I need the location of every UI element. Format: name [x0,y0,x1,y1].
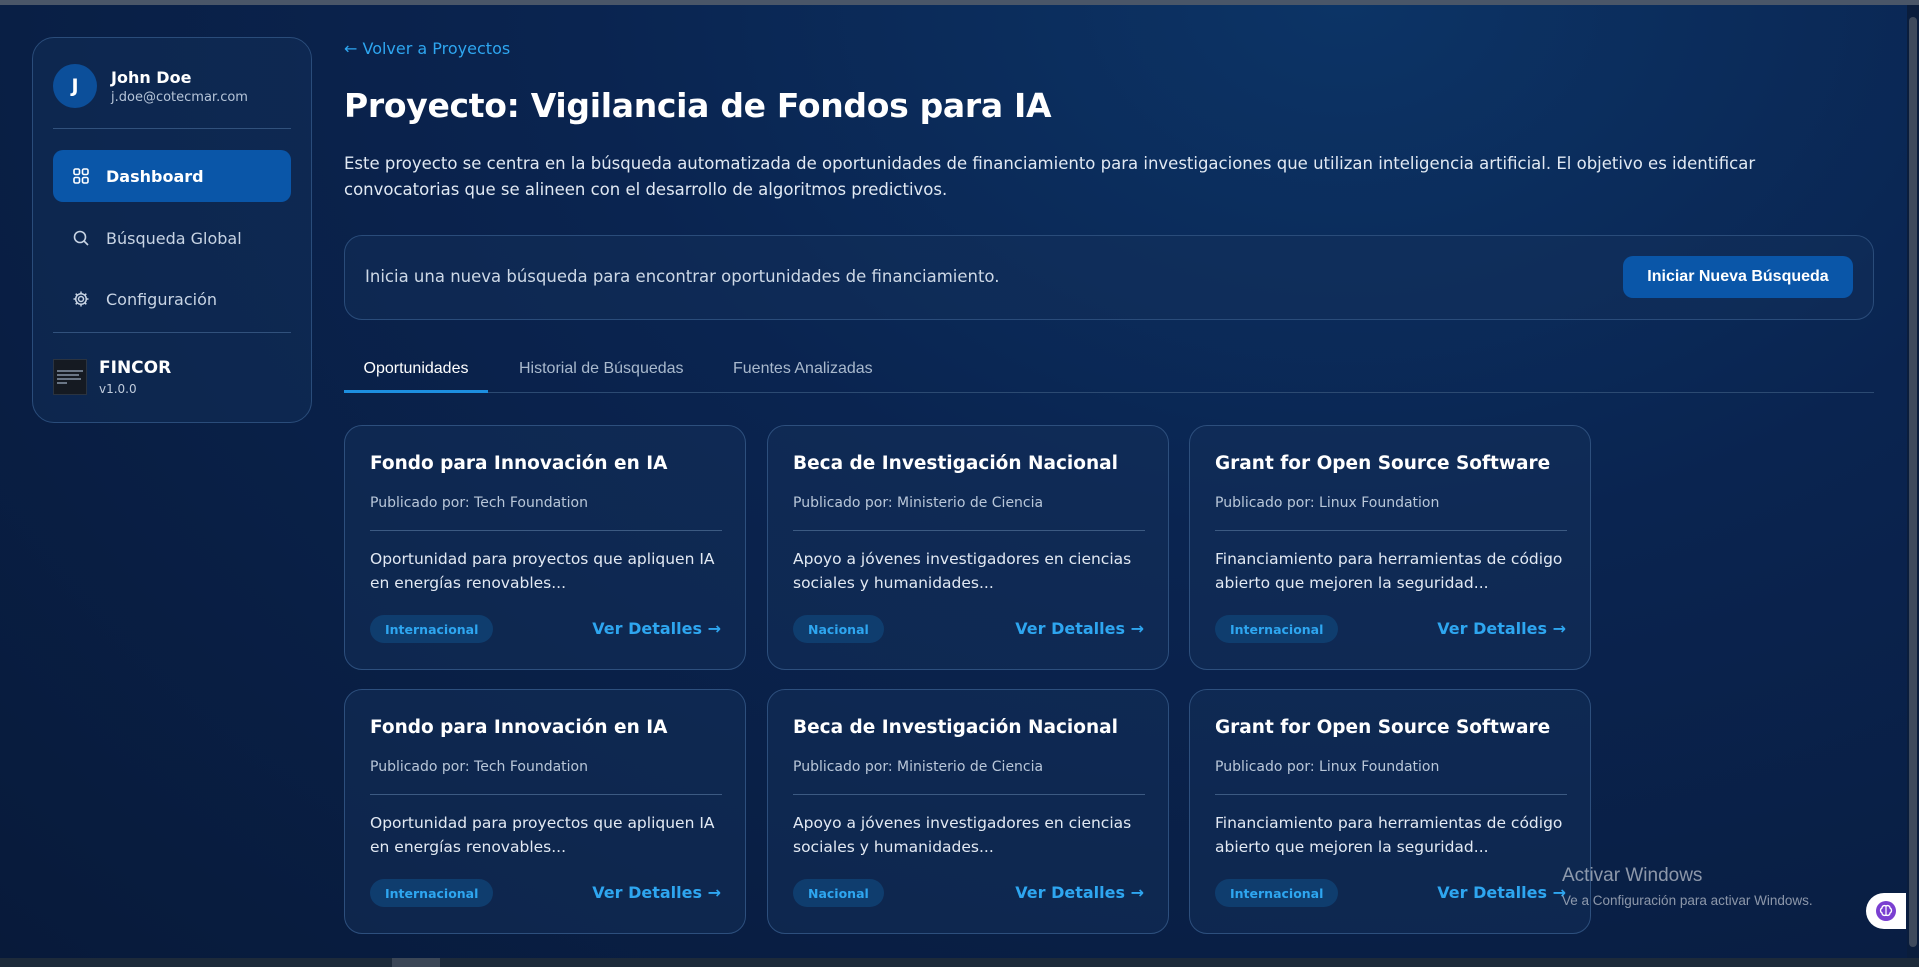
opportunity-card[interactable]: Fondo para Innovación en IA Publicado po… [344,689,746,934]
view-details-link[interactable]: Ver Detalles → [592,883,721,902]
avatar: J [53,64,97,108]
gear-icon [73,291,89,307]
card-description: Financiamiento para herramientas de códi… [1215,814,1563,856]
card-divider [1215,530,1567,531]
brand-logo [53,359,87,395]
card-description: Apoyo a jóvenes investigadores en cienci… [793,814,1132,856]
view-details-link[interactable]: Ver Detalles → [1015,883,1144,902]
sidebar-item-busqueda-global[interactable]: Búsqueda Global [53,212,291,264]
start-new-search-button[interactable]: Iniciar Nueva Búsqueda [1623,256,1853,298]
assistant-button[interactable] [1866,893,1906,929]
card-title: Beca de Investigación Nacional [793,717,1118,738]
scope-badge: Internacional [370,615,494,643]
user-name: John Doe [111,67,192,87]
tab-fuentes-analizadas[interactable]: Fuentes Analizadas [733,352,873,393]
tab-historial-busquedas[interactable]: Historial de Búsquedas [519,352,684,393]
card-title: Fondo para Innovación en IA [370,453,668,474]
sidebar-divider [53,128,291,129]
taskbar [0,958,1919,967]
user-email: j.doe@cotecmar.com [111,89,248,105]
opportunity-card[interactable]: Grant for Open Source Software Publicado… [1189,689,1591,934]
windows-activation-watermark: Activar Windows Ve a Configuración para … [1562,865,1813,908]
sidebar-item-label: Configuración [106,289,218,309]
watermark-subtitle: Ve a Configuración para activar Windows. [1562,893,1813,908]
page-title: Proyecto: Vigilancia de Fondos para IA [344,86,1052,125]
project-description: Este proyecto se centra en la búsqueda a… [344,154,1756,199]
scope-badge: Internacional [370,879,494,907]
brand: FINCOR v1.0.0 [53,358,171,396]
sidebar: J John Doe j.doe@cotecmar.com Dashboard … [32,37,312,423]
sidebar-item-label: Búsqueda Global [106,228,242,248]
card-description: Oportunidad para proyectos que apliquen … [370,550,715,592]
sidebar-item-dashboard[interactable]: Dashboard [53,150,291,202]
card-publisher: Publicado por: Linux Foundation [1215,495,1440,511]
tab-oportunidades[interactable]: Oportunidades [344,352,488,393]
search-icon [73,230,89,246]
brand-name: FINCOR [99,358,172,378]
scope-badge: Internacional [1215,879,1339,907]
card-divider [793,530,1145,531]
scrollbar-thumb[interactable] [1909,17,1917,947]
card-description: Oportunidad para proyectos que apliquen … [370,814,715,856]
scrollbar[interactable] [1907,5,1919,958]
card-divider [1215,794,1567,795]
card-description: Apoyo a jóvenes investigadores en cienci… [793,550,1132,592]
card-publisher: Publicado por: Tech Foundation [370,759,588,775]
back-to-projects-link[interactable]: ← Volver a Proyectos [344,39,510,58]
sidebar-item-configuracion[interactable]: Configuración [53,273,291,325]
card-publisher: Publicado por: Tech Foundation [370,495,588,511]
card-description: Financiamiento para herramientas de códi… [1215,550,1563,592]
taskbar-active-app[interactable] [392,958,440,967]
view-details-link[interactable]: Ver Detalles → [1015,619,1144,638]
opportunity-card[interactable]: Beca de Investigación Nacional Publicado… [767,689,1169,934]
view-details-link[interactable]: Ver Detalles → [592,619,721,638]
view-details-link[interactable]: Ver Detalles → [1437,883,1566,902]
user-profile[interactable]: J John Doe j.doe@cotecmar.com [53,64,248,108]
card-publisher: Publicado por: Linux Foundation [1215,759,1440,775]
watermark-title: Activar Windows [1562,865,1703,886]
grid-icon [73,168,89,184]
card-divider [370,794,722,795]
project-tabs: Oportunidades Historial de Búsquedas Fue… [344,352,1874,393]
opportunity-card[interactable]: Grant for Open Source Software Publicado… [1189,425,1591,670]
opportunity-card[interactable]: Beca de Investigación Nacional Publicado… [767,425,1169,670]
new-search-prompt: Inicia una nueva búsqueda para encontrar… [365,267,1000,286]
card-title: Fondo para Innovación en IA [370,717,668,738]
card-publisher: Publicado por: Ministerio de Ciencia [793,495,1044,511]
card-divider [370,530,722,531]
scope-badge: Nacional [793,879,884,907]
sidebar-divider [53,332,291,333]
scope-badge: Nacional [793,615,884,643]
card-divider [793,794,1145,795]
sidebar-item-label: Dashboard [106,166,204,186]
brand-version: v1.0.0 [99,382,137,396]
scope-badge: Internacional [1215,615,1339,643]
brain-icon [1876,901,1896,921]
opportunity-card[interactable]: Fondo para Innovación en IA Publicado po… [344,425,746,670]
new-search-panel: Inicia una nueva búsqueda para encontrar… [344,235,1874,320]
card-publisher: Publicado por: Ministerio de Ciencia [793,759,1044,775]
view-details-link[interactable]: Ver Detalles → [1437,619,1566,638]
card-title: Grant for Open Source Software [1215,717,1551,738]
card-title: Grant for Open Source Software [1215,453,1551,474]
window-top-border [0,0,1919,5]
card-title: Beca de Investigación Nacional [793,453,1118,474]
